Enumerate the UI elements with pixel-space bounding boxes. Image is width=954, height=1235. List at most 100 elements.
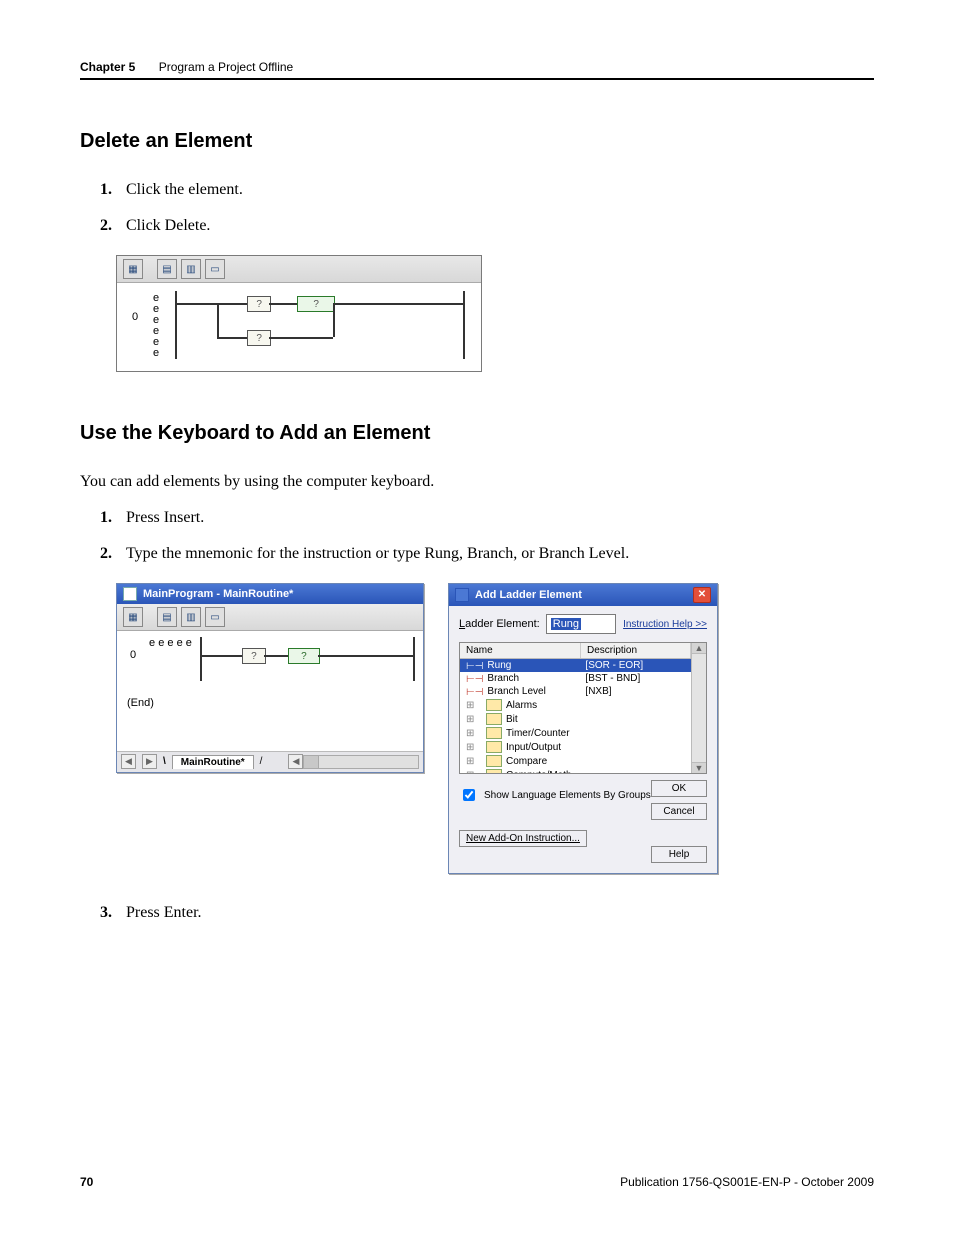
expand-icon[interactable]: ⊞ <box>466 756 476 766</box>
close-button[interactable]: ✕ <box>693 587 711 603</box>
step-number: 1. <box>100 181 126 199</box>
scroll-left-icon[interactable]: ◀ <box>288 754 303 769</box>
tab-mainroutine[interactable]: MainRoutine* <box>172 755 254 769</box>
selected-instruction[interactable]: ? <box>297 296 335 312</box>
folder-icon <box>486 741 502 753</box>
list-item: 3. Press Enter. <box>100 904 874 922</box>
tab-nav-right-icon[interactable]: ▶ <box>142 754 157 769</box>
toolbar-button[interactable]: ▥ <box>181 259 201 279</box>
toolbar-button[interactable]: ▤ <box>157 607 177 627</box>
ladder-rails: ? ? <box>200 637 415 681</box>
toolbar-button[interactable]: ▭ <box>205 259 225 279</box>
expand-icon[interactable]: ⊞ <box>466 742 476 752</box>
list-row-input-output[interactable]: ⊞ Input/Output <box>460 740 691 754</box>
ladder-element-input[interactable]: Rung <box>546 614 616 634</box>
expand-icon[interactable]: ⊞ <box>466 700 476 710</box>
step-text: Press Insert. <box>126 509 874 527</box>
xic-instruction[interactable]: ? <box>247 330 271 346</box>
instruction-help-link[interactable]: Instruction Help >> <box>623 619 707 630</box>
ladder-element-value: Rung <box>551 618 581 630</box>
running-header: Chapter 5 Program a Project Offline <box>80 60 874 74</box>
folder-icon <box>486 727 502 739</box>
toolbar-button[interactable]: ▦ <box>123 259 143 279</box>
list-row-bit[interactable]: ⊞ Bit <box>460 712 691 726</box>
scroll-up-icon[interactable]: ▲ <box>692 643 706 654</box>
selected-instruction[interactable]: ? <box>288 648 320 664</box>
edit-marks: e e e e e e <box>153 291 159 359</box>
list-item: 2. Click Delete. <box>100 217 874 235</box>
tab-strip: ◀ ▶ \ MainRoutine* / ◀ <box>117 751 423 772</box>
expand-icon[interactable]: ⊞ <box>466 770 476 773</box>
scroll-down-icon[interactable]: ▼ <box>692 762 706 773</box>
tab-nav-left-icon[interactable]: ◀ <box>121 754 136 769</box>
ladder-canvas: 0 e e e e e ? ? <box>117 631 423 751</box>
list-row-rung[interactable]: ⊢⊣ Rung [SOR - EOR] <box>460 659 691 672</box>
ok-button[interactable]: OK <box>651 780 707 797</box>
help-button[interactable]: Help <box>651 846 707 863</box>
figure-ladder-delete: ▦ ▤ ▥ ▭ 0 e e e e e e <box>116 255 874 372</box>
end-rung-label: (End) <box>127 697 415 709</box>
expand-icon[interactable]: ⊞ <box>466 714 476 724</box>
add-ladder-element-dialog: Add Ladder Element ✕ Ladder Element: Run… <box>448 583 718 874</box>
list-row-branch-level[interactable]: ⊢⊣ Branch Level [NXB] <box>460 685 691 698</box>
toolbar-button[interactable]: ▥ <box>181 607 201 627</box>
ladder-editor-window: MainProgram - MainRoutine* ▦ ▤ ▥ ▭ 0 e e… <box>116 583 424 773</box>
dialog-title: Add Ladder Element <box>475 589 582 601</box>
rung-number: 0 <box>125 637 141 661</box>
steps-keyboard-b: 3. Press Enter. <box>100 904 874 922</box>
step-number: 3. <box>100 904 126 922</box>
publication-id: Publication 1756-QS001E-EN-P - October 2… <box>620 1175 874 1189</box>
page-number: 70 <box>80 1175 93 1189</box>
window-titlebar: MainProgram - MainRoutine* <box>117 584 423 604</box>
xic-instruction[interactable]: ? <box>247 296 271 312</box>
list-header: Name Description <box>460 643 691 659</box>
new-addon-instruction-button[interactable]: New Add-On Instruction... <box>459 830 587 847</box>
toolbar-button[interactable]: ▦ <box>123 607 143 627</box>
horizontal-scrollbar[interactable]: ◀ <box>288 754 419 769</box>
list-row-alarms[interactable]: ⊞ Alarms <box>460 698 691 712</box>
col-description: Description <box>581 643 691 658</box>
list-scrollbar[interactable]: ▲ ▼ <box>691 643 706 773</box>
step-number: 2. <box>100 545 126 563</box>
ladder-element-label: Ladder Element: <box>459 618 540 630</box>
list-item: 1. Click the element. <box>100 181 874 199</box>
header-rule <box>80 78 874 80</box>
ladder-rails: ? ? ? <box>175 291 465 359</box>
dialog-icon <box>455 588 469 602</box>
list-row-compute-math[interactable]: ⊞ Compute/Math <box>460 768 691 773</box>
rung-number: 0 <box>127 291 143 359</box>
xic-instruction[interactable]: ? <box>242 648 266 664</box>
intro-text: You can add elements by using the comput… <box>80 473 874 491</box>
step-text: Press Enter. <box>126 904 874 922</box>
rung-icon: ⊢⊣ <box>466 661 483 671</box>
step-number: 1. <box>100 509 126 527</box>
show-groups-checkbox[interactable] <box>463 789 475 801</box>
element-list[interactable]: Name Description ⊢⊣ Rung [SOR - EOR] ⊢⊣ <box>459 642 707 774</box>
edit-marks: e e e e e <box>149 637 192 649</box>
step-text: Click the element. <box>126 181 874 199</box>
heading-delete-element: Delete an Element <box>80 130 874 153</box>
list-row-timer-counter[interactable]: ⊞ Timer/Counter <box>460 726 691 740</box>
list-row-branch[interactable]: ⊢⊣ Branch [BST - BND] <box>460 672 691 685</box>
steps-keyboard-a: 1. Press Insert. 2. Type the mnemonic fo… <box>100 509 874 563</box>
step-text: Click Delete. <box>126 217 874 235</box>
ladder-toolbar: ▦ ▤ ▥ ▭ <box>117 604 423 631</box>
show-groups-label: Show Language Elements By Groups <box>484 790 651 801</box>
list-item: 1. Press Insert. <box>100 509 874 527</box>
figure-add-element: MainProgram - MainRoutine* ▦ ▤ ▥ ▭ 0 e e… <box>116 583 874 874</box>
page-footer: 70 Publication 1756-QS001E-EN-P - Octobe… <box>80 1175 874 1189</box>
heading-keyboard-add: Use the Keyboard to Add an Element <box>80 422 874 445</box>
toolbar-button[interactable]: ▭ <box>205 607 225 627</box>
col-name: Name <box>460 643 581 658</box>
ladder-toolbar: ▦ ▤ ▥ ▭ <box>117 256 481 283</box>
expand-icon[interactable]: ⊞ <box>466 728 476 738</box>
toolbar-button[interactable]: ▤ <box>157 259 177 279</box>
dialog-titlebar: Add Ladder Element ✕ <box>449 584 717 606</box>
step-text: Type the mnemonic for the instruction or… <box>126 545 874 563</box>
cancel-button[interactable]: Cancel <box>651 803 707 820</box>
folder-icon <box>486 755 502 767</box>
steps-delete: 1. Click the element. 2. Click Delete. <box>100 181 874 235</box>
list-row-compare[interactable]: ⊞ Compare <box>460 754 691 768</box>
branch-level-icon: ⊢⊣ <box>466 687 483 697</box>
routine-icon <box>123 587 137 601</box>
